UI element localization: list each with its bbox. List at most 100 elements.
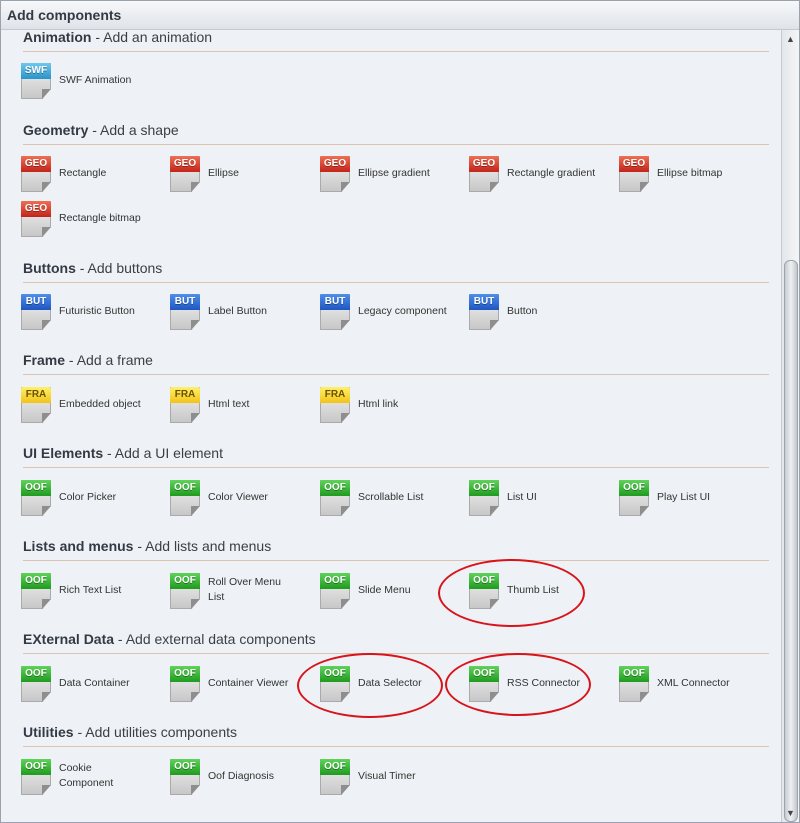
geo-icon: GEO [21, 201, 51, 237]
scrollbar-thumb[interactable] [784, 260, 798, 822]
section-name: Geometry [23, 122, 89, 138]
but-icon: BUT [320, 294, 350, 330]
component-rss-connector[interactable]: OOF RSS Connector [469, 666, 617, 706]
component-visual-timer[interactable]: OOF Visual Timer [320, 759, 468, 799]
component-rectangle-bitmap[interactable]: GEO Rectangle bitmap [21, 201, 169, 241]
section-name: Frame [23, 352, 66, 368]
section-header-utilities: Utilities - Add utilities components [23, 724, 769, 747]
component-data-container[interactable]: OOF Data Container [21, 666, 169, 706]
component-label: Rectangle bitmap [59, 212, 141, 224]
component-label: Rich Text List [59, 584, 122, 596]
component-slide-menu[interactable]: OOF Slide Menu [320, 573, 468, 613]
oof-icon: OOF [320, 666, 350, 702]
component-html-text[interactable]: FRA Html text [170, 387, 318, 427]
geo-icon: GEO [619, 156, 649, 192]
oof-icon: OOF [21, 666, 51, 702]
component-label: Embedded object [59, 398, 141, 410]
section-header-external-data: EXternal Data - Add external data compon… [23, 631, 769, 654]
oof-icon: OOF [21, 759, 51, 795]
component-label: Thumb List [507, 584, 559, 596]
section-name: EXternal Data [23, 631, 115, 647]
component-swf-animation[interactable]: SWF SWF Animation [21, 63, 169, 103]
component-cookie-component[interactable]: OOF Cookie Component [21, 759, 169, 799]
oof-icon: OOF [170, 573, 200, 609]
component-label: Rectangle gradient [507, 167, 596, 179]
section-description: - Add utilities components [73, 724, 237, 740]
fra-icon: FRA [170, 387, 200, 423]
component-rectangle-gradient[interactable]: GEO Rectangle gradient [469, 156, 617, 196]
oof-icon: OOF [320, 759, 350, 795]
fra-icon: FRA [320, 387, 350, 423]
component-label: Html link [358, 398, 399, 410]
section-header-ui-elements: UI Elements - Add a UI element [23, 445, 769, 468]
section-header-lists-and-menus: Lists and menus - Add lists and menus [23, 538, 769, 561]
component-label: Container Viewer [208, 677, 289, 689]
scroll-down-arrow-icon[interactable]: ▼ [782, 806, 799, 820]
component-thumb-list[interactable]: OOF Thumb List [469, 573, 617, 613]
section-name: Buttons [23, 260, 76, 276]
component-color-picker[interactable]: OOF Color Picker [21, 480, 169, 520]
component-ellipse-gradient[interactable]: GEO Ellipse gradient [320, 156, 468, 196]
component-embedded-object[interactable]: FRA Embedded object [21, 387, 169, 427]
component-label: Slide Menu [358, 584, 411, 596]
component-ellipse[interactable]: GEO Ellipse [170, 156, 318, 196]
window-title: Add components [7, 7, 122, 23]
section-description: - Add an animation [91, 30, 213, 45]
component-scrollable-list[interactable]: OOF Scrollable List [320, 480, 468, 520]
but-icon: BUT [170, 294, 200, 330]
fra-icon: FRA [21, 387, 51, 423]
oof-icon: OOF [170, 666, 200, 702]
component-label: List UI [507, 491, 537, 503]
title-bar: Add components [1, 1, 799, 30]
component-rich-text-list[interactable]: OOF Rich Text List [21, 573, 169, 613]
component-label: Html text [208, 398, 250, 410]
component-legacy-component[interactable]: BUT Legacy component [320, 294, 468, 334]
component-ellipse-bitmap[interactable]: GEO Ellipse bitmap [619, 156, 767, 196]
section-name: UI Elements [23, 445, 104, 461]
component-color-viewer[interactable]: OOF Color Viewer [170, 480, 318, 520]
component-label: Data Selector [358, 677, 422, 689]
component-label-button[interactable]: BUT Label Button [170, 294, 318, 334]
section-description: - Add external data components [114, 631, 316, 647]
component-html-link[interactable]: FRA Html link [320, 387, 468, 427]
section-name: Animation [23, 30, 92, 45]
vertical-scrollbar[interactable]: ▲ ▼ [781, 30, 799, 822]
component-label: SWF Animation [59, 74, 132, 86]
oof-icon: OOF [21, 480, 51, 516]
component-label: Scrollable List [358, 491, 424, 503]
add-components-window: Add components Animation - Add an animat… [0, 0, 800, 823]
component-rectangle[interactable]: GEO Rectangle [21, 156, 169, 196]
component-label: Color Viewer [208, 491, 268, 503]
but-icon: BUT [469, 294, 499, 330]
scroll-up-arrow-icon[interactable]: ▲ [782, 32, 799, 46]
oof-icon: OOF [619, 480, 649, 516]
geo-icon: GEO [320, 156, 350, 192]
component-label: XML Connector [657, 677, 730, 689]
component-roll-over-menu-list[interactable]: OOF Roll Over Menu List [170, 573, 318, 613]
component-data-selector[interactable]: OOF Data Selector [320, 666, 468, 706]
section-description: - Add a frame [65, 352, 153, 368]
component-label: Cookie Component [59, 762, 114, 789]
component-list-ui[interactable]: OOF List UI [469, 480, 617, 520]
section-description: - Add a UI element [103, 445, 223, 461]
section-header-animation: Animation - Add an animation [23, 30, 769, 52]
section-header-frame: Frame - Add a frame [23, 352, 769, 375]
component-futuristic-button[interactable]: BUT Futuristic Button [21, 294, 169, 334]
component-label: Data Container [59, 677, 130, 689]
component-play-list-ui[interactable]: OOF Play List UI [619, 480, 767, 520]
component-label: Legacy component [358, 305, 447, 317]
component-label: Ellipse gradient [358, 167, 430, 179]
component-button[interactable]: BUT Button [469, 294, 617, 334]
component-oof-diagnosis[interactable]: OOF Oof Diagnosis [170, 759, 318, 799]
component-xml-connector[interactable]: OOF XML Connector [619, 666, 767, 706]
oof-icon: OOF [469, 573, 499, 609]
component-label: RSS Connector [507, 677, 580, 689]
section-name: Lists and menus [23, 538, 134, 554]
geo-icon: GEO [170, 156, 200, 192]
component-label: Color Picker [59, 491, 117, 503]
swf-icon: SWF [21, 63, 51, 99]
component-label: Ellipse [208, 167, 239, 179]
component-label: Button [507, 305, 538, 317]
section-description: - Add a shape [88, 122, 179, 138]
component-container-viewer[interactable]: OOF Container Viewer [170, 666, 318, 706]
